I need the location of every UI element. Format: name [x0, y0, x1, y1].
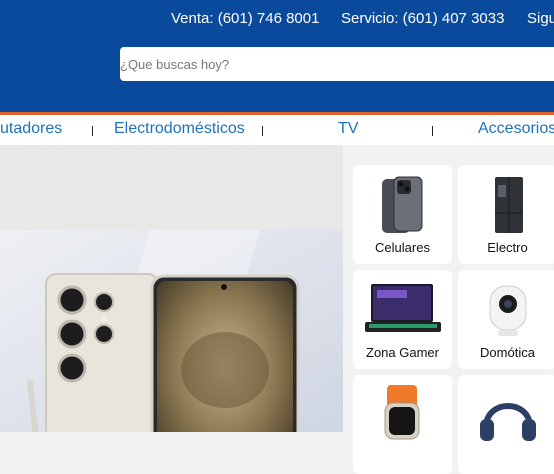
nav-item-tv[interactable]: TV — [338, 120, 358, 138]
hero-banner-top — [0, 145, 343, 230]
nav-separator — [432, 126, 433, 136]
category-label: Celulares — [375, 240, 430, 255]
smartphone-icon — [382, 176, 423, 233]
category-card-electro[interactable]: Electro — [458, 165, 554, 264]
search-input[interactable] — [120, 47, 550, 81]
category-card-smartwatch[interactable] — [353, 375, 452, 474]
gaming-laptop-icon — [365, 284, 441, 332]
category-label: Zona Gamer — [366, 345, 439, 360]
category-card-zona-gamer[interactable]: Zona Gamer — [353, 270, 452, 369]
category-card-celulares[interactable]: Celulares — [353, 165, 452, 264]
category-card-headphones[interactable] — [458, 375, 554, 474]
nav-separator — [262, 126, 263, 136]
security-camera-icon — [489, 285, 527, 336]
headphones-icon — [480, 403, 536, 441]
hero-banner[interactable] — [0, 230, 343, 432]
follow-us-link[interactable]: Sigu — [527, 10, 554, 27]
category-label: Domótica — [480, 345, 535, 360]
refrigerator-icon — [495, 177, 523, 233]
smartwatch-icon — [384, 385, 420, 440]
category-nav: utadores Electrodomésticos TV Accesorios — [0, 115, 554, 145]
category-label: Electro — [487, 240, 528, 255]
sales-phone[interactable]: Venta: (601) 746 8001 — [171, 10, 319, 27]
nav-separator — [92, 126, 93, 136]
search-box[interactable] — [120, 47, 554, 81]
phones-image — [0, 230, 343, 432]
service-phone[interactable]: Servicio: (601) 407 3033 — [341, 10, 504, 27]
nav-item-accesorios[interactable]: Accesorios — [478, 120, 554, 138]
nav-item-electrodomesticos[interactable]: Electrodomésticos — [114, 120, 245, 138]
nav-item-computadores[interactable]: utadores — [0, 120, 62, 138]
category-card-domotica[interactable]: Domótica — [458, 270, 554, 369]
top-header: Venta: (601) 746 8001 Servicio: (601) 40… — [0, 0, 554, 112]
